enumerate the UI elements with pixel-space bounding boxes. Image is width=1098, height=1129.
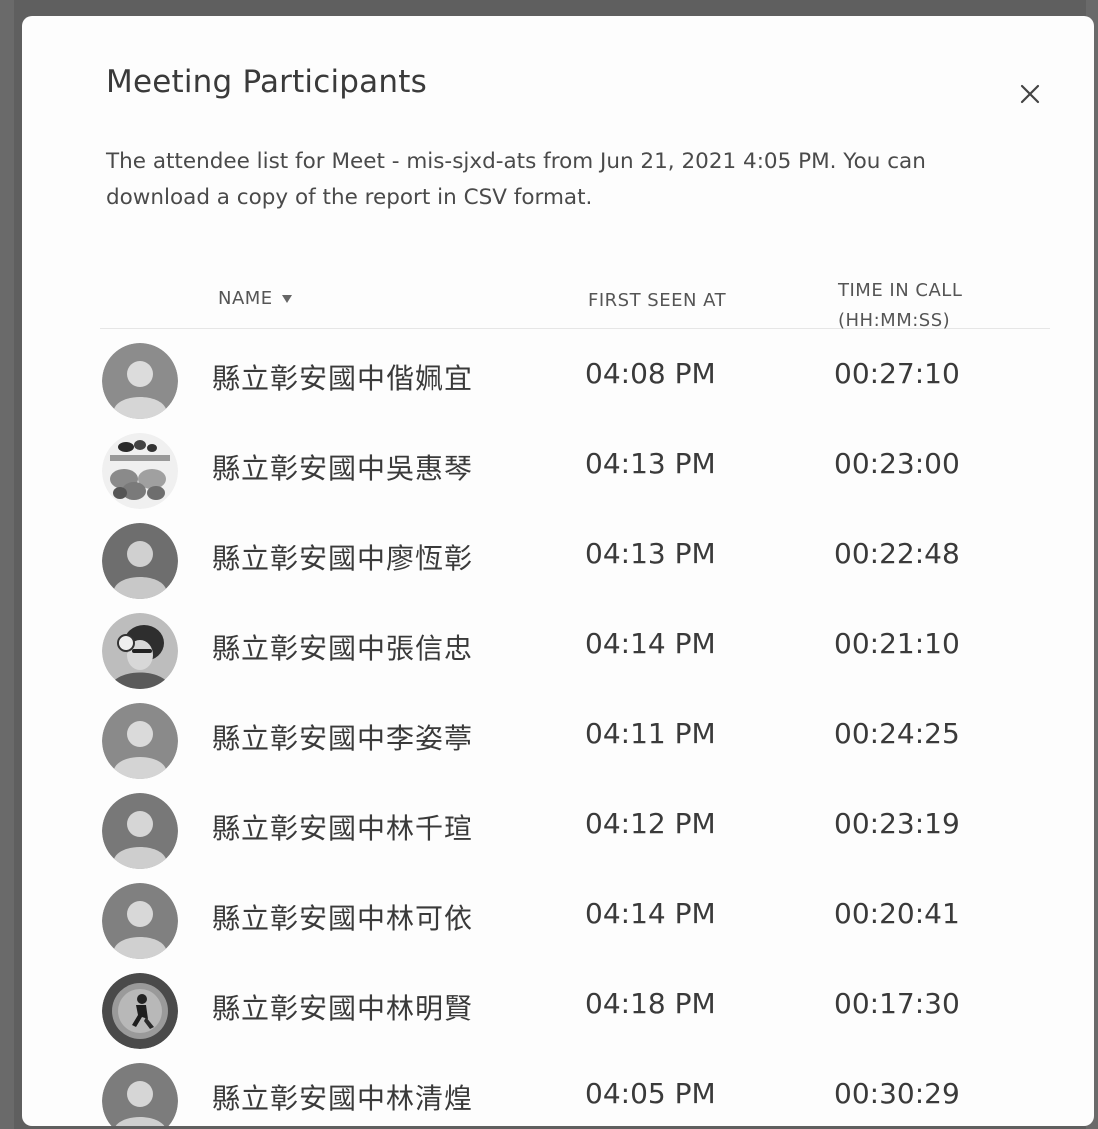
window-edge-left — [0, 0, 14, 1129]
time-in-call-value: 00:27:10 — [834, 357, 960, 390]
photo-avatar — [102, 613, 178, 689]
table-row: 縣立彰安國中張信忠 04:14 PM 00:21:10 — [22, 598, 1094, 689]
participant-name: 縣立彰安國中偕姵宜 — [212, 362, 474, 395]
dialog-description: The attendee list for Meet - mis-sjxd-at… — [106, 144, 1066, 216]
close-button[interactable] — [1010, 74, 1050, 114]
time-in-call-value: 00:30:29 — [834, 1077, 960, 1110]
description-line: download a copy of the report in CSV for… — [106, 185, 593, 210]
participant-name: 縣立彰安國中廖恆彰 — [212, 542, 474, 575]
table-header: NAME FIRST SEEN AT TIME IN CALL (HH:MM:S… — [100, 244, 1050, 331]
first-seen-value: 04:14 PM — [585, 627, 716, 660]
participant-name: 縣立彰安國中林千瑄 — [212, 812, 474, 845]
default-avatar-icon — [102, 523, 178, 599]
participant-name: 縣立彰安國中林可依 — [212, 902, 474, 935]
photo-avatar — [102, 433, 178, 509]
first-seen-value: 04:14 PM — [585, 897, 716, 930]
table-row: 縣立彰安國中廖恆彰 04:13 PM 00:22:48 — [22, 508, 1094, 599]
dialog-title: Meeting Participants — [106, 64, 427, 100]
participant-name: 縣立彰安國中吳惠琴 — [212, 452, 474, 485]
default-avatar-icon — [102, 793, 178, 869]
table-row: 縣立彰安國中吳惠琴 04:13 PM 00:23:00 — [22, 418, 1094, 509]
close-icon — [1020, 84, 1040, 104]
table-row: 縣立彰安國中偕姵宜 04:08 PM 00:27:10 — [22, 328, 1094, 419]
time-in-call-value: 00:22:48 — [834, 537, 960, 570]
time-in-call-header-label: TIME IN CALL — [838, 280, 963, 301]
first-seen-column-header[interactable]: FIRST SEEN AT — [588, 290, 726, 311]
time-in-call-value: 00:21:10 — [834, 627, 960, 660]
default-avatar-icon — [102, 1063, 178, 1126]
time-in-call-value: 00:24:25 — [834, 717, 960, 750]
name-header-label: NAME — [218, 288, 273, 309]
participant-name: 縣立彰安國中林明賢 — [212, 992, 474, 1025]
participants-dialog: Meeting Participants The attendee list f… — [22, 16, 1094, 1126]
table-row: 縣立彰安國中李姿葶 04:11 PM 00:24:25 — [22, 688, 1094, 779]
default-avatar-icon — [102, 883, 178, 959]
default-avatar-icon — [102, 343, 178, 419]
table-row: 縣立彰安國中林清煌 04:05 PM 00:30:29 — [22, 1048, 1094, 1126]
time-in-call-column-header[interactable]: TIME IN CALL (HH:MM:SS) — [838, 276, 962, 336]
table-row: 縣立彰安國中林千瑄 04:12 PM 00:23:19 — [22, 778, 1094, 869]
first-seen-value: 04:12 PM — [585, 807, 716, 840]
time-in-call-value: 00:20:41 — [834, 897, 960, 930]
time-in-call-value: 00:23:19 — [834, 807, 960, 840]
table-row: 縣立彰安國中林明賢 04:18 PM 00:17:30 — [22, 958, 1094, 1049]
first-seen-value: 04:13 PM — [585, 447, 716, 480]
time-in-call-value: 00:17:30 — [834, 987, 960, 1020]
description-line: The attendee list for Meet - mis-sjxd-at… — [106, 149, 926, 174]
first-seen-value: 04:11 PM — [585, 717, 716, 750]
table-row: 縣立彰安國中林可依 04:14 PM 00:20:41 — [22, 868, 1094, 959]
first-seen-value: 04:08 PM — [585, 357, 716, 390]
participant-name: 縣立彰安國中李姿葶 — [212, 722, 474, 755]
photo-avatar — [102, 973, 178, 1049]
default-avatar-icon — [102, 703, 178, 779]
first-seen-value: 04:05 PM — [585, 1077, 716, 1110]
participant-name: 縣立彰安國中張信忠 — [212, 632, 474, 665]
participant-name: 縣立彰安國中林清煌 — [212, 1082, 474, 1115]
time-in-call-value: 00:23:00 — [834, 447, 960, 480]
sort-down-icon — [281, 294, 292, 303]
first-seen-value: 04:18 PM — [585, 987, 716, 1020]
first-seen-value: 04:13 PM — [585, 537, 716, 570]
name-column-header[interactable]: NAME — [218, 288, 293, 309]
